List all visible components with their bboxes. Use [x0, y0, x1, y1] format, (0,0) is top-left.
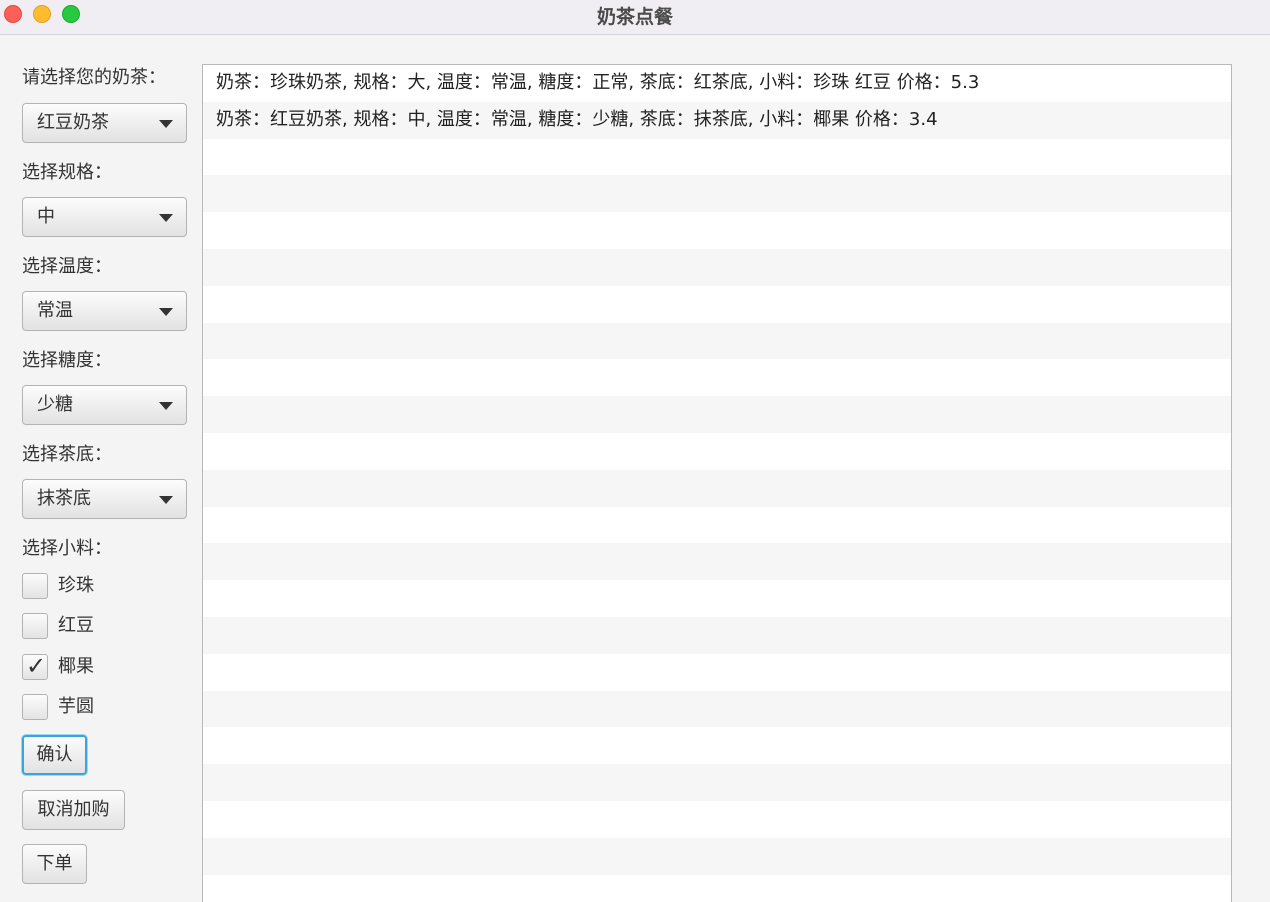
temperature-label: 选择温度： — [22, 256, 112, 277]
tea-select-value: 红豆奶茶 — [37, 112, 109, 133]
chevron-down-icon — [159, 496, 173, 504]
topping-checkbox[interactable] — [22, 573, 48, 599]
sugar-label: 选择糖度： — [22, 350, 112, 371]
topping-option-label: 芋圆 — [58, 696, 94, 717]
sugar-select[interactable]: 少糖 — [22, 385, 187, 425]
order-list-item — [203, 212, 1231, 249]
topping-checkbox[interactable] — [22, 694, 48, 720]
order-list-item — [203, 874, 1231, 902]
order-list[interactable]: 奶茶：珍珠奶茶, 规格：大, 温度：常温, 糖度：正常, 茶底：红茶底, 小料：… — [202, 64, 1232, 902]
topping-checkbox[interactable]: ✓ — [22, 652, 48, 680]
chevron-down-icon — [159, 214, 173, 222]
tea-base-label: 选择茶底： — [22, 444, 112, 465]
checkmark-icon: ✓ — [26, 652, 47, 680]
order-list-item — [203, 653, 1231, 691]
order-list-item — [203, 690, 1231, 728]
order-list-item — [203, 248, 1231, 286]
topping-option-red-bean[interactable]: 红豆 — [22, 612, 182, 640]
order-list-item — [203, 543, 1231, 581]
chevron-down-icon — [159, 308, 173, 316]
order-list-item — [203, 285, 1231, 323]
temperature-select-value: 常温 — [37, 300, 73, 321]
order-list-item — [203, 580, 1231, 617]
order-list-item — [203, 396, 1231, 433]
sugar-select-value: 少糖 — [37, 394, 73, 415]
order-list-item — [203, 359, 1231, 397]
order-list-item[interactable]: 奶茶：红豆奶茶, 规格：中, 温度：常温, 糖度：少糖, 茶底：抹茶底, 小料：… — [203, 101, 1231, 139]
size-select-value: 中 — [37, 206, 55, 227]
order-list-item — [203, 727, 1231, 765]
topping-option-label: 珍珠 — [58, 575, 94, 596]
order-list-item — [203, 138, 1231, 176]
order-list-item — [203, 837, 1231, 875]
chevron-down-icon — [159, 402, 173, 410]
confirm-button[interactable]: 确认 — [22, 735, 87, 775]
size-label: 选择规格： — [22, 162, 112, 183]
topping-option-coconut-jelly[interactable]: ✓ 椰果 — [22, 653, 182, 681]
cancel-cart-button[interactable]: 取消加购 — [22, 790, 125, 830]
topping-option-pearl[interactable]: 珍珠 — [22, 572, 182, 600]
tea-label: 请选择您的奶茶： — [22, 67, 166, 88]
order-list-item[interactable]: 奶茶：珍珠奶茶, 规格：大, 温度：常温, 糖度：正常, 茶底：红茶底, 小料：… — [203, 65, 1231, 102]
topping-option-label: 椰果 — [58, 656, 94, 677]
topping-option-taro-ball[interactable]: 芋圆 — [22, 693, 182, 721]
tea-base-select[interactable]: 抹茶底 — [22, 479, 187, 519]
size-select[interactable]: 中 — [22, 197, 187, 237]
order-list-item — [203, 764, 1231, 801]
chevron-down-icon — [159, 120, 173, 128]
tea-select[interactable]: 红豆奶茶 — [22, 103, 187, 143]
title-bar: 奶茶点餐 — [0, 0, 1270, 35]
order-list-item — [203, 506, 1231, 544]
temperature-select[interactable]: 常温 — [22, 291, 187, 331]
app-window: 奶茶点餐 请选择您的奶茶： 红豆奶茶 选择规格： 中 选择温度： 常温 选择糖度… — [0, 0, 1270, 902]
tea-base-select-value: 抹茶底 — [37, 488, 91, 509]
place-order-button[interactable]: 下单 — [22, 844, 87, 884]
order-list-item — [203, 175, 1231, 213]
order-list-item — [203, 469, 1231, 507]
order-list-item — [203, 432, 1231, 470]
topping-checkbox[interactable] — [22, 613, 48, 639]
topping-option-label: 红豆 — [58, 615, 94, 636]
order-list-item — [203, 322, 1231, 360]
topping-label: 选择小料： — [22, 538, 112, 559]
order-list-item — [203, 800, 1231, 838]
window-title: 奶茶点餐 — [596, 6, 673, 28]
order-list-item — [203, 616, 1231, 654]
